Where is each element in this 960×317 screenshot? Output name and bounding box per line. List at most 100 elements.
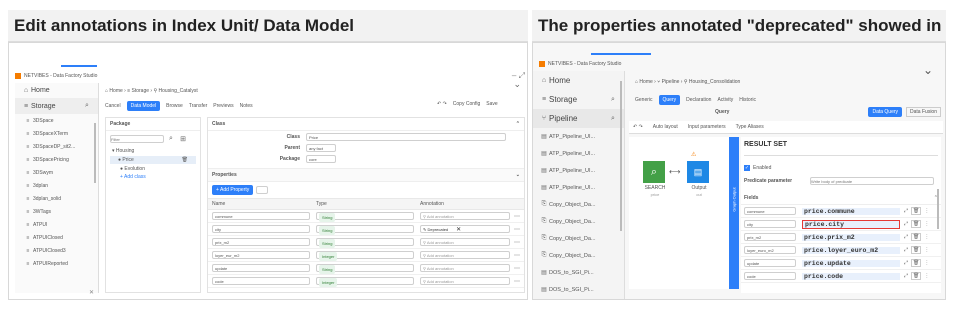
trash-icon[interactable]: 🗑: [182, 157, 188, 163]
pipeline-item[interactable]: ⎘ Copy_Object_Da...: [533, 213, 624, 230]
previews-button[interactable]: Previews: [213, 103, 233, 109]
breadcrumb-item[interactable]: Storage: [132, 88, 150, 94]
input-parameters-tab[interactable]: Input parameters: [688, 124, 726, 130]
type-aliases-tab[interactable]: Type Aliases: [736, 124, 764, 130]
tab-query[interactable]: Query: [658, 95, 681, 105]
more-icon[interactable]: ⋯: [514, 226, 520, 233]
delete-icon[interactable]: 🗑: [911, 259, 922, 267]
property-name-input[interactable]: city: [212, 225, 310, 233]
nav-home[interactable]: ⌂ Home: [533, 71, 624, 90]
more-icon[interactable]: ⋯: [514, 213, 520, 220]
more-icon[interactable]: ⋮: [924, 234, 929, 240]
more-icon[interactable]: ⋯: [514, 239, 520, 246]
delete-icon[interactable]: 🗑: [911, 272, 922, 280]
storage-item[interactable]: ≡ 3dplan_solid: [15, 192, 98, 205]
annotation-field[interactable]: ⚲ Add annotation: [420, 264, 510, 272]
pipeline-item[interactable]: ⎘ Copy_Object_Da...: [533, 247, 624, 264]
storage-item[interactable]: ≡ 3dplan: [15, 179, 98, 192]
property-type-select[interactable]: Integer: [316, 251, 414, 261]
nav-storage[interactable]: ≡ Storage ⌕: [533, 90, 624, 109]
tab-historic[interactable]: Historic: [739, 97, 756, 103]
data-query-button[interactable]: Data Query: [868, 107, 903, 117]
more-icon[interactable]: ⋯: [514, 278, 520, 285]
more-icon[interactable]: ⋯: [514, 265, 520, 272]
close-icon[interactable]: ✕: [456, 227, 461, 233]
tab-generic[interactable]: Generic: [635, 97, 653, 103]
enabled-checkbox[interactable]: ✓: [744, 165, 750, 171]
pipeline-item[interactable]: ▤ ATP_Pipeline_UI...: [533, 128, 624, 145]
scrollbar[interactable]: [937, 189, 939, 229]
field-name-input[interactable]: commune: [744, 207, 796, 215]
graph-canvas[interactable]: ⌕ SEARCH price ⟷ ⚠ ▤ Output out: [629, 137, 729, 289]
more-icon[interactable]: ⋯: [514, 252, 520, 259]
delete-icon[interactable]: 🗑: [911, 246, 922, 254]
annotation-field[interactable]: ⚲ Add annotation: [420, 212, 510, 220]
tree-item-evolution[interactable]: ● Evolution: [106, 165, 200, 173]
pipeline-item[interactable]: ▤ DOS_to_SGI_Pi...: [533, 281, 624, 298]
nav-storage[interactable]: ≡ Storage ⌕: [15, 98, 98, 114]
annotation-field[interactable]: ⚲ Add annotation: [420, 238, 510, 246]
tree-item-price[interactable]: ● Price 🗑: [110, 156, 196, 164]
storage-item[interactable]: ≡ 3DSwym: [15, 166, 98, 179]
more-icon[interactable]: ⋮: [924, 247, 929, 253]
grid-icon[interactable]: ⊞: [178, 135, 188, 143]
annotation-field[interactable]: ✎ Deprecated ✕: [420, 225, 510, 233]
expand-icon[interactable]: ⤢: [904, 208, 908, 214]
expand-icon[interactable]: ⤢: [904, 234, 908, 240]
nav-pipeline[interactable]: ⑂ Pipeline ⌕: [533, 109, 624, 128]
field-expression[interactable]: price.city: [802, 219, 900, 229]
package-filter-input[interactable]: [110, 135, 164, 143]
collapse-icon[interactable]: ⌃: [516, 121, 520, 127]
field-name-input[interactable]: city: [744, 220, 796, 228]
property-name-input[interactable]: commune: [212, 212, 310, 220]
browse-button[interactable]: Browse: [166, 103, 183, 109]
class-field-input[interactable]: core: [306, 154, 336, 163]
predicate-input[interactable]: [810, 177, 934, 185]
delete-icon[interactable]: 🗑: [911, 233, 922, 241]
data-fusion-button[interactable]: Data Fusion: [906, 107, 941, 117]
annotation-field[interactable]: ⚲ Add annotation: [420, 251, 510, 259]
chevron-down-icon[interactable]: ⌄: [513, 79, 521, 90]
search-node-icon[interactable]: ⌕: [643, 161, 665, 183]
more-icon[interactable]: ⋮: [924, 221, 929, 227]
chevron-down-icon[interactable]: ⌄: [923, 63, 933, 77]
field-expression[interactable]: price.code: [802, 272, 900, 280]
count-stepper[interactable]: [256, 186, 269, 194]
pipeline-item[interactable]: ⎘ Copy_Object_Da...: [533, 196, 624, 213]
expand-icon[interactable]: ⤢: [904, 273, 908, 279]
pipeline-item[interactable]: ▤ DOS_to_SGI_Pi...: [533, 264, 624, 281]
expand-icon[interactable]: ⤢: [904, 247, 908, 253]
pipeline-item[interactable]: ▤ ATP_Pipeline_UI...: [533, 145, 624, 162]
scrollbar[interactable]: [620, 81, 622, 231]
more-icon[interactable]: ⋮: [924, 260, 929, 266]
property-type-select[interactable]: String: [316, 238, 414, 248]
tree-root[interactable]: ▾ Housing: [106, 147, 200, 155]
storage-item[interactable]: ≡ ATPUI: [15, 218, 98, 231]
storage-item[interactable]: ≡ 3DSpace: [15, 114, 98, 127]
collapse-icon[interactable]: ⌄: [516, 172, 520, 178]
copy-config-button[interactable]: Copy Config: [453, 101, 481, 107]
scrollbar[interactable]: [94, 123, 96, 183]
more-icon[interactable]: ⋮: [924, 208, 929, 214]
field-name-input[interactable]: update: [744, 259, 796, 267]
nav-home[interactable]: ⌂ Home: [15, 83, 98, 98]
field-expression[interactable]: price.prix_m2: [802, 233, 900, 241]
breadcrumb-item[interactable]: Home: [639, 79, 652, 85]
tab-declaration[interactable]: Declaration: [686, 97, 711, 103]
field-name-input[interactable]: loyer_euro_m2: [744, 246, 796, 254]
property-type-select[interactable]: String: [316, 212, 414, 222]
add-property-button[interactable]: + Add Property: [212, 185, 254, 195]
storage-item[interactable]: ≡ ATPUIClosed: [15, 231, 98, 244]
property-type-select[interactable]: String: [316, 225, 414, 235]
storage-item[interactable]: ≡ 3DSpaceDP_sit2...: [15, 140, 98, 153]
class-field-input[interactable]: Price: [306, 132, 506, 141]
undo-icon[interactable]: ↶ ↷: [633, 124, 643, 130]
delete-icon[interactable]: 🗑: [911, 207, 922, 215]
storage-item[interactable]: ≡ 3WTags: [15, 205, 98, 218]
auto-layout-button[interactable]: Auto layout: [653, 124, 678, 130]
field-expression[interactable]: price.commune: [802, 207, 900, 215]
expand-icon[interactable]: ⤢: [904, 221, 908, 227]
breadcrumb-item[interactable]: Pipeline: [662, 79, 680, 85]
delete-icon[interactable]: 🗑: [911, 220, 922, 228]
close-icon[interactable]: ✕: [89, 289, 94, 296]
